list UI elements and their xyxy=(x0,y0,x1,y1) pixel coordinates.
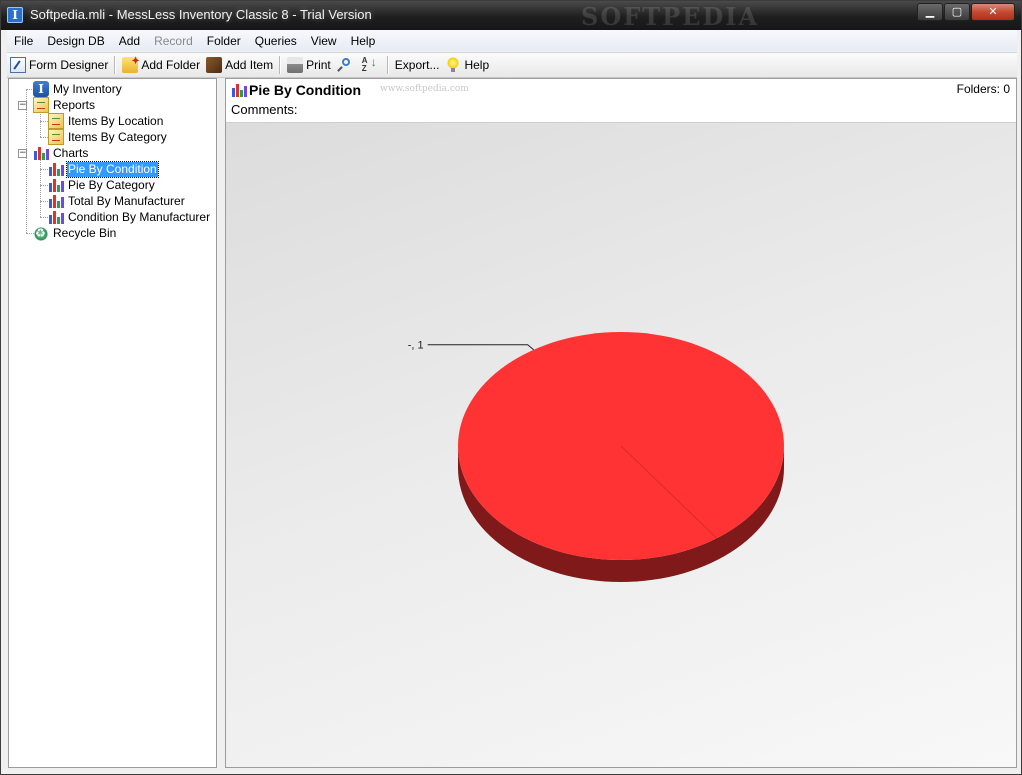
toolbar-separator xyxy=(114,56,117,74)
tree-item-recycle-bin[interactable]: Recycle Bin xyxy=(33,225,117,241)
tree-item-label: Charts xyxy=(53,145,89,160)
menu-help[interactable]: Help xyxy=(344,34,383,48)
window-controls: ▁ ▢ ✕ xyxy=(916,3,1015,22)
form-designer-button[interactable]: Form Designer xyxy=(7,54,111,76)
search-button[interactable] xyxy=(334,54,359,76)
tree-item-label: Reports xyxy=(53,97,96,112)
tree-item-pie-by-category[interactable]: Pie By Category xyxy=(48,177,156,193)
chart-panel: Pie By Condition www.softpedia.com Folde… xyxy=(225,78,1017,768)
pie-chart: -, 1 xyxy=(408,332,784,582)
report-icon xyxy=(48,129,64,145)
tree-item-label: Items By Location xyxy=(68,113,164,128)
box-icon xyxy=(206,57,223,73)
app-window: Softpedia.mli - MessLess Inventory Class… xyxy=(0,0,1022,775)
toolbar-separator xyxy=(279,56,282,74)
tree-item-label-selected: Pie By Condition xyxy=(66,160,159,178)
pie-data-label: -, 1 xyxy=(408,340,424,352)
lightbulb-icon xyxy=(445,57,462,73)
collapse-charts-toggle[interactable]: − xyxy=(18,149,27,158)
watermark: www.softpedia.com xyxy=(380,84,469,94)
watermark: SOFTPEDIA xyxy=(581,2,760,31)
tree-item-label: Recycle Bin xyxy=(53,225,117,240)
toolbar-separator xyxy=(386,56,389,74)
tree-item-label: Items By Category xyxy=(68,129,167,144)
export-button[interactable]: Export... xyxy=(392,54,443,76)
chart-header: Pie By Condition www.softpedia.com Folde… xyxy=(226,79,1016,123)
close-button[interactable]: ✕ xyxy=(971,3,1015,21)
menu-folder[interactable]: Folder xyxy=(200,34,248,48)
help-label: Help xyxy=(464,58,490,72)
tree-item-label: My Inventory xyxy=(53,81,122,96)
tree-item-condition-by-manufacturer[interactable]: Condition By Manufacturer xyxy=(48,209,211,225)
form-designer-icon xyxy=(10,57,26,73)
add-folder-label: Add Folder xyxy=(141,58,201,72)
chart-icon xyxy=(48,177,64,193)
print-button[interactable]: Print xyxy=(284,54,334,76)
menu-view[interactable]: View xyxy=(304,34,344,48)
tree-connector xyxy=(40,185,48,186)
recycle-bin-icon xyxy=(33,225,49,241)
magnifier-icon xyxy=(336,57,353,73)
help-button[interactable]: Help xyxy=(442,54,492,76)
tree-connector xyxy=(40,121,48,122)
tree-item-pie-by-condition[interactable]: Pie By Condition xyxy=(48,160,159,178)
chart-area: -, 1 xyxy=(226,123,1016,767)
report-folder-icon xyxy=(33,97,49,113)
collapse-reports-toggle[interactable]: − xyxy=(18,101,27,110)
title-bar[interactable]: Softpedia.mli - MessLess Inventory Class… xyxy=(1,1,1021,31)
minimize-button[interactable]: ▁ xyxy=(917,3,943,21)
tree-item-items-by-category[interactable]: Items By Category xyxy=(48,129,168,145)
tree-item-items-by-location[interactable]: Items By Location xyxy=(48,113,164,129)
chart-icon xyxy=(48,209,64,225)
add-folder-button[interactable]: ✦ Add Folder xyxy=(119,54,203,76)
comments-label: Comments: xyxy=(231,102,298,117)
tree-connector xyxy=(40,137,48,138)
tree-item-my-inventory[interactable]: My Inventory xyxy=(33,81,123,97)
tree-item-charts[interactable]: Charts xyxy=(33,145,89,161)
add-item-button[interactable]: Add Item xyxy=(203,54,276,76)
tree-connector xyxy=(26,89,27,233)
chart-folder-icon xyxy=(33,145,49,161)
chart-icon xyxy=(48,193,64,209)
export-label: Export... xyxy=(394,58,440,72)
menu-record[interactable]: Record xyxy=(147,34,200,48)
menu-bar: File Design DB Add Record Folder Queries… xyxy=(7,30,1017,51)
tree-item-label: Condition By Manufacturer xyxy=(68,209,211,224)
chart-icon xyxy=(48,161,64,177)
window-title: Softpedia.mli - MessLess Inventory Class… xyxy=(30,7,372,22)
folder-tree[interactable]: − − My Inventory Reports Items By Locati… xyxy=(8,78,217,768)
folder-add-icon: ✦ xyxy=(122,56,140,73)
database-icon xyxy=(33,81,49,97)
printer-icon xyxy=(287,57,304,73)
tree-connector xyxy=(40,201,48,202)
pie-label-leader xyxy=(427,344,534,351)
tree-item-reports[interactable]: Reports xyxy=(33,97,96,113)
print-label: Print xyxy=(306,58,331,72)
app-icon[interactable] xyxy=(7,7,23,23)
sort-az-icon: A Z ↓ xyxy=(361,55,377,73)
menu-add[interactable]: Add xyxy=(112,34,147,48)
sort-button[interactable]: A Z ↓ xyxy=(359,54,384,76)
tree-item-total-by-manufacturer[interactable]: Total By Manufacturer xyxy=(48,193,186,209)
menu-queries[interactable]: Queries xyxy=(248,34,304,48)
chart-icon xyxy=(231,82,247,98)
toolbar: Form Designer ✦ Add Folder Add Item Prin… xyxy=(7,52,1017,78)
add-item-label: Add Item xyxy=(225,58,274,72)
folders-count: Folders: 0 xyxy=(956,82,1010,96)
menu-design-db[interactable]: Design DB xyxy=(40,34,111,48)
form-designer-label: Form Designer xyxy=(29,58,109,72)
chart-title: Pie By Condition xyxy=(249,82,361,98)
tree-item-label: Pie By Category xyxy=(68,177,155,192)
maximize-button[interactable]: ▢ xyxy=(944,3,970,21)
menu-file[interactable]: File xyxy=(7,34,40,48)
tree-item-label: Total By Manufacturer xyxy=(68,193,185,208)
tree-connector xyxy=(40,217,48,218)
report-icon xyxy=(48,113,64,129)
tree-connector xyxy=(40,169,48,170)
